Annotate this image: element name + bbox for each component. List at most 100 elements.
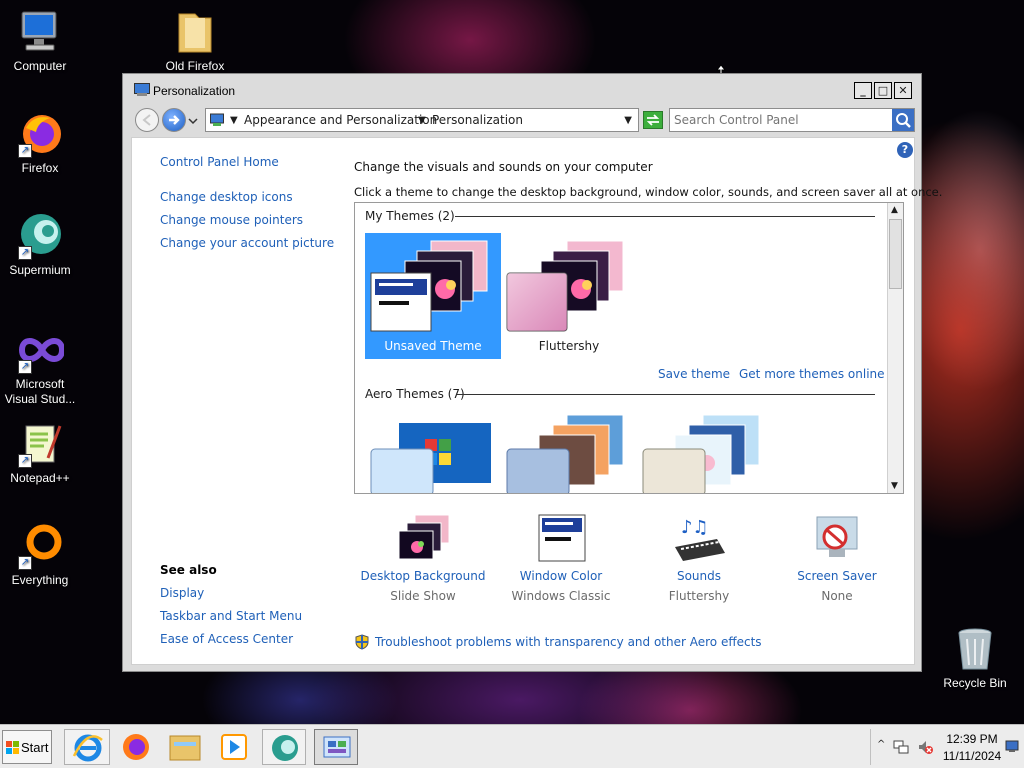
search-control-panel-field[interactable] [669,108,915,132]
start-label: Start [21,740,49,755]
change-mouse-pointers-link[interactable]: Change mouse pointers [160,213,303,227]
taskbar-firefox-button[interactable] [114,729,158,765]
computer-icon [16,8,64,56]
windows-logo-icon [6,741,19,754]
media-player-icon [221,734,247,760]
breadcrumb-item-personalization[interactable]: Personalization [432,113,523,127]
show-desktop-button[interactable] [1005,739,1019,753]
taskbar: Start ^ 12:39 PM 11/11/2024 [0,724,1024,768]
desktop-icon-visual-studio[interactable]: ↗ Microsoft Visual Stud... [0,326,80,407]
screen-saver-setting[interactable]: Screen Saver None [767,513,907,603]
control-panel-home-link[interactable]: Control Panel Home [160,155,279,169]
network-icon[interactable] [893,739,909,755]
scroll-up-icon[interactable]: ▲ [891,205,898,215]
ease-of-access-link[interactable]: Ease of Access Center [160,632,293,646]
folder-icon [171,8,219,56]
sounds-value: Fluttershy [668,589,730,603]
theme-name-unsaved: Unsaved Theme [384,339,482,353]
display-link[interactable]: Display [160,586,204,600]
back-button[interactable] [135,108,159,132]
change-account-picture-link[interactable]: Change your account picture [160,236,334,250]
theme-list[interactable]: My Themes (2) Unsaved Theme Fluttershy S… [354,202,904,494]
save-theme-link[interactable]: Save theme [658,367,730,381]
scroll-down-icon[interactable]: ▼ [891,481,898,491]
search-input[interactable] [672,111,888,129]
internet-explorer-icon [72,734,103,762]
taskbar-explorer-button[interactable] [162,729,208,765]
supermium-icon: ↗ [16,212,64,260]
visual-studio-icon: ↗ [16,326,66,374]
forward-button[interactable] [162,108,186,132]
theme-preview-unsaved [370,240,488,332]
search-icon[interactable] [892,109,914,131]
desktop-icon-notepadpp[interactable]: ↗ Notepad++ [0,420,80,485]
recycle-bin-icon [951,625,999,673]
aero-theme-characters[interactable] [637,415,773,494]
shortcut-arrow-icon: ↗ [18,556,32,570]
address-dropdown-icon[interactable]: ▼ [624,115,632,126]
see-also-heading: See also [160,563,217,577]
control-panel-icon [134,83,150,96]
clock-time[interactable]: 12:39 PM [937,732,1007,746]
change-desktop-icons-link[interactable]: Change desktop icons [160,190,293,204]
theme-list-scrollbar[interactable]: ▲ ▼ [887,203,903,493]
taskbar-supermium-button[interactable] [262,729,306,765]
theme-unsaved[interactable]: Unsaved Theme [365,233,501,359]
sounds-setting[interactable]: ♪♫ Sounds Fluttershy [629,513,769,603]
desktop-icon-everything[interactable]: ↗ Everything [0,522,80,587]
taskbar-ie-button[interactable] [64,729,110,765]
screen-saver-label[interactable]: Screen Saver [767,569,907,583]
recent-pages-dropdown[interactable] [188,115,198,125]
desktop-icon-computer[interactable]: Computer [0,8,80,73]
start-button[interactable]: Start [2,730,52,764]
desktop-icon-firefox[interactable]: ↗ Firefox [0,110,80,175]
close-button[interactable]: ✕ [894,82,912,99]
desktop-background-icon [398,514,450,560]
folder-icon [169,735,201,761]
clock-date[interactable]: 11/11/2024 [937,749,1007,763]
shortcut-arrow-icon: ↗ [18,454,32,468]
breadcrumb-item-appearance[interactable]: Appearance and Personalization [244,113,437,127]
aero-theme-windows7[interactable] [365,415,501,494]
supermium-icon [272,735,298,761]
sounds-label[interactable]: Sounds [629,569,769,583]
personalization-window: Personalization _ □ ✕ ▼ Appearance and P… [122,73,942,672]
control-panel-icon [323,736,351,758]
minimize-button[interactable]: _ [854,82,872,99]
get-more-themes-link[interactable]: Get more themes online [739,367,885,381]
breadcrumb-arrow-icon[interactable]: ▼ [230,115,238,126]
taskbar-start-menu-link[interactable]: Taskbar and Start Menu [160,609,302,623]
shield-icon [354,634,370,650]
svg-text:♪♫: ♪♫ [681,517,709,538]
screen-saver-icon [816,516,858,557]
theme-fluttershy[interactable]: Fluttershy [501,233,637,359]
volume-muted-icon[interactable] [917,739,933,755]
aero-theme-architecture[interactable] [501,415,637,494]
window-color-label[interactable]: Window Color [491,569,631,583]
show-hidden-icons-button[interactable]: ^ [877,739,885,750]
my-themes-divider [455,216,875,217]
firefox-icon [123,734,149,760]
desktop-icon-old-firefox[interactable]: Old Firefox [155,8,235,73]
content-area: ? Control Panel Home Change desktop icon… [131,137,942,665]
everything-icon: ↗ [16,522,64,570]
taskbar-control-panel-button[interactable] [314,729,358,765]
title-bar[interactable]: Personalization _ □ ✕ [123,74,921,104]
refresh-button[interactable] [643,111,663,129]
address-bar[interactable]: ▼ Appearance and Personalization ▼ Perso… [205,108,639,132]
address-toolbar: ▼ Appearance and Personalization ▼ Perso… [131,105,915,135]
breadcrumb-arrow-icon[interactable]: ▼ [418,115,426,126]
aero-themes-divider [457,394,875,395]
maximize-button[interactable]: □ [874,82,892,99]
scrollbar-thumb[interactable] [889,219,902,289]
desktop-background-label[interactable]: Desktop Background [353,569,493,583]
troubleshoot-link[interactable]: Troubleshoot problems with transparency … [375,635,762,649]
taskbar-media-player-button[interactable] [212,729,256,765]
window-color-setting[interactable]: Window Color Windows Classic [491,513,631,603]
desktop-icon-recycle-bin[interactable]: Recycle Bin [935,625,1015,690]
desktop-icon-supermium[interactable]: ↗ Supermium [0,212,80,277]
desktop-background-setting[interactable]: Desktop Background Slide Show [353,513,493,603]
sounds-icon: ♪♫ [675,517,725,561]
shortcut-arrow-icon: ↗ [18,144,32,158]
help-icon[interactable]: ? [897,142,913,158]
